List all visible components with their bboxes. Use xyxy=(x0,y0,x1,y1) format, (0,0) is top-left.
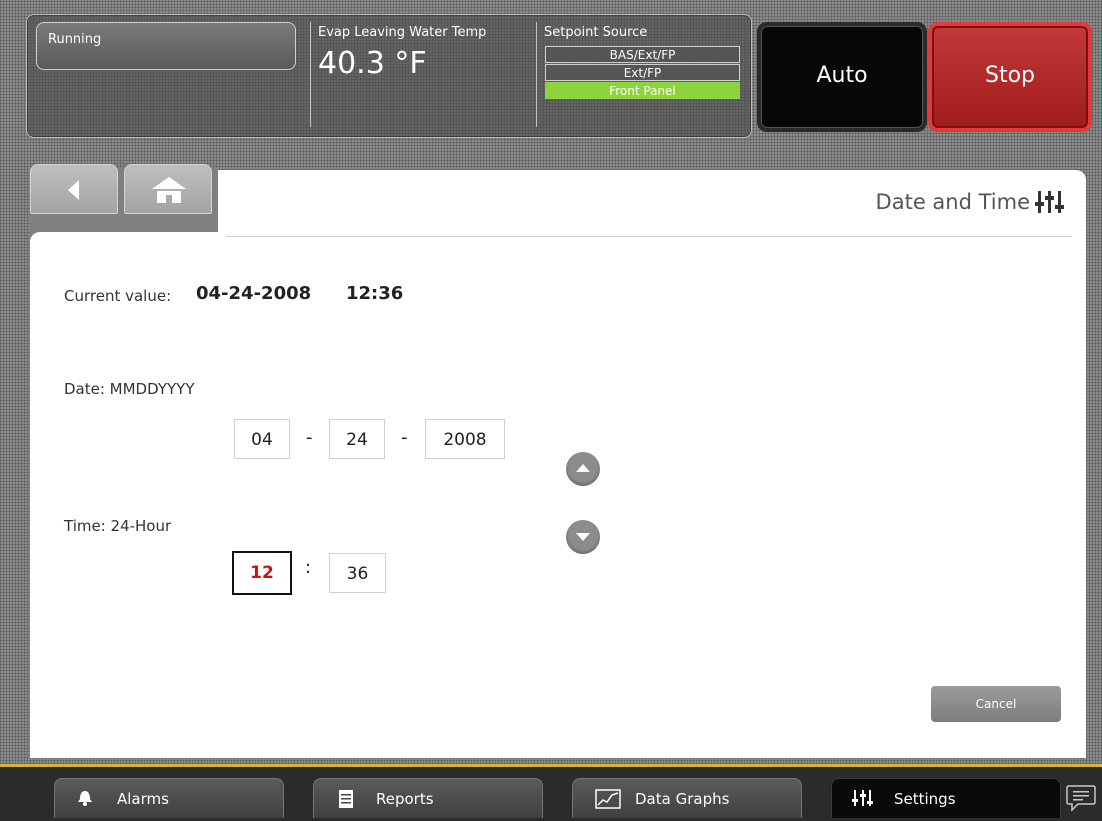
page-title: Date and Time xyxy=(875,190,1030,214)
nav-alarms[interactable]: Alarms xyxy=(54,778,284,818)
setpoint-source-label: Setpoint Source xyxy=(544,25,648,40)
time-hour-field[interactable]: 12 xyxy=(232,551,292,595)
nav-reports-label: Reports xyxy=(376,790,434,808)
status-box: Running xyxy=(36,22,296,70)
nav-alarms-label: Alarms xyxy=(117,790,169,808)
bell-icon xyxy=(78,791,92,806)
nav-settings-label: Settings xyxy=(894,790,956,808)
date-month-field[interactable]: 04 xyxy=(234,419,290,459)
home-icon xyxy=(152,177,186,203)
status-text: Running xyxy=(48,32,102,47)
date-year-field[interactable]: 2008 xyxy=(425,419,505,459)
setpoint-option: BAS/Ext/FP xyxy=(545,46,740,63)
nav-reports[interactable]: Reports xyxy=(313,778,543,818)
decrement-button[interactable] xyxy=(566,520,600,554)
increment-button[interactable] xyxy=(566,452,600,486)
settings-sliders-icon xyxy=(852,790,873,806)
auto-button-label: Auto xyxy=(816,63,868,88)
current-date-value: 04-24-2008 xyxy=(196,283,312,304)
date-format-label: Date: MMDDYYYY xyxy=(64,380,195,398)
date-day-field[interactable]: 24 xyxy=(329,419,385,459)
nav-settings[interactable]: Settings xyxy=(831,778,1061,818)
back-arrow-icon xyxy=(68,180,79,200)
temp-label: Evap Leaving Water Temp xyxy=(318,25,487,40)
document-icon xyxy=(339,790,353,808)
temp-value: 40.3 °F xyxy=(318,46,427,81)
stop-button[interactable]: Stop xyxy=(928,22,1092,132)
up-arrow-icon xyxy=(576,464,590,472)
setpoint-option: Ext/FP xyxy=(545,64,740,81)
stop-button-label: Stop xyxy=(984,63,1035,88)
time-format-label: Time: 24-Hour xyxy=(64,517,172,535)
nav-data-graphs-label: Data Graphs xyxy=(635,790,730,808)
chat-icon[interactable] xyxy=(1066,784,1096,812)
date-separator: - xyxy=(401,427,408,448)
title-underline xyxy=(226,236,1072,237)
home-button[interactable] xyxy=(124,164,212,214)
main-panel xyxy=(30,170,1086,758)
nav-data-graphs[interactable]: Data Graphs xyxy=(572,778,802,818)
down-arrow-icon xyxy=(576,533,590,541)
setpoint-option-active: Front Panel xyxy=(545,82,740,99)
current-value-label: Current value: xyxy=(64,287,172,305)
settings-sliders-icon xyxy=(1035,191,1064,213)
back-button[interactable] xyxy=(30,164,118,214)
header-divider xyxy=(536,22,537,127)
time-minute-field[interactable]: 36 xyxy=(329,553,386,593)
current-time-value: 12:36 xyxy=(346,283,404,304)
cancel-button[interactable]: Cancel xyxy=(931,686,1061,722)
header-divider xyxy=(310,22,311,127)
panel-corner xyxy=(30,232,240,244)
time-separator: : xyxy=(305,557,312,578)
auto-button[interactable]: Auto xyxy=(757,22,927,132)
chart-icon xyxy=(595,789,621,809)
date-separator: - xyxy=(306,427,313,448)
setpoint-source-list: BAS/Ext/FP Ext/FP Front Panel xyxy=(545,46,740,100)
